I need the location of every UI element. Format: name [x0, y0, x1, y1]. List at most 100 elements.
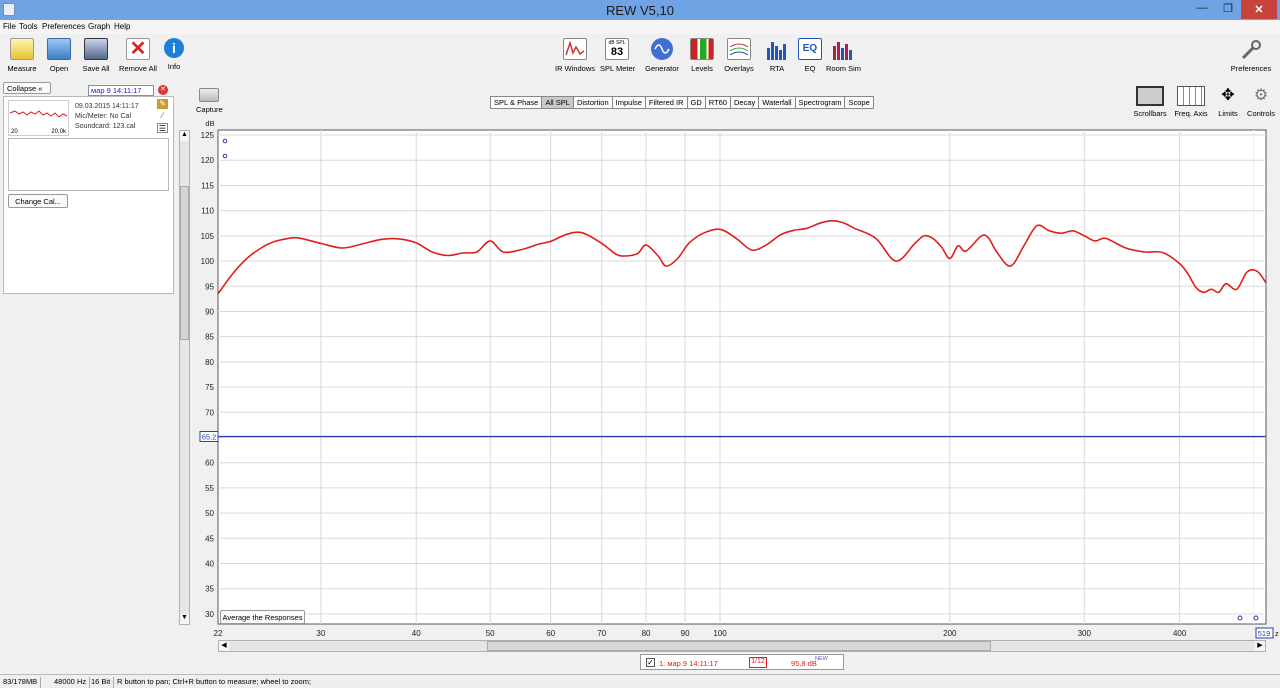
x-tick-label: 80	[642, 629, 651, 638]
capture-button[interactable]: Capture	[196, 88, 223, 114]
close-button[interactable]: ✕	[1241, 0, 1277, 19]
bit-depth-status: 16 Bit	[88, 677, 115, 688]
menu-tools[interactable]: Tools	[19, 22, 38, 31]
gear-icon: ⚙	[1253, 87, 1269, 104]
scroll-left-icon[interactable]: ◀	[219, 641, 229, 651]
eq-button[interactable]: EQ EQ	[797, 38, 823, 73]
tab-all-spl[interactable]: All SPL	[541, 96, 574, 109]
vertical-scroll-thumb[interactable]	[180, 186, 189, 340]
controls-button[interactable]: ⚙ Controls	[1246, 86, 1276, 118]
graph-tabs: SPL & Phase All SPL Distortion Impulse F…	[490, 96, 874, 109]
scroll-up-icon[interactable]: ▲	[180, 131, 189, 141]
y-axis-label: dB	[205, 119, 214, 128]
y-tick-label: 100	[201, 257, 215, 266]
scroll-down-icon[interactable]: ▼	[180, 614, 189, 624]
menu-bar: File Tools Preferences Graph Help	[0, 20, 1280, 34]
scrollbars-button[interactable]: Scrollbars	[1132, 86, 1168, 118]
horizontal-scroll-thumb[interactable]	[487, 641, 991, 651]
tab-spectrogram[interactable]: Spectrogram	[794, 96, 846, 109]
title-bar: REW V5,10 — ❐ ✕	[0, 0, 1280, 20]
overlays-icon	[727, 38, 751, 60]
minimize-button[interactable]: —	[1190, 2, 1214, 20]
camera-icon	[199, 88, 219, 102]
tab-waterfall[interactable]: Waterfall	[758, 96, 796, 109]
scrollbars-icon	[1136, 86, 1164, 106]
freq-axis-icon	[1177, 86, 1205, 106]
info-icon: i	[164, 38, 184, 58]
tab-distortion[interactable]: Distortion	[572, 96, 613, 109]
wrench-icon	[1239, 38, 1263, 60]
trace-visible-checkbox[interactable]: ✓	[646, 658, 655, 667]
open-button[interactable]: Open	[45, 38, 73, 73]
edit-icon[interactable]: ✎	[157, 99, 168, 109]
menu-help[interactable]: Help	[114, 22, 130, 31]
tab-impulse[interactable]: Impulse	[611, 96, 646, 109]
spl-graph[interactable]: 1251201151101051009590858075706560555045…	[193, 118, 1280, 642]
menu-preferences[interactable]: Preferences	[42, 22, 85, 31]
room-sim-button[interactable]: Room Sim	[826, 38, 861, 73]
tab-decay[interactable]: Decay	[729, 96, 760, 109]
properties-icon[interactable]: ☰	[157, 123, 168, 133]
rta-button[interactable]: RTA	[764, 38, 790, 73]
rta-icon	[765, 38, 789, 60]
measurement-date: 09.03.2015 14:11:17	[75, 103, 139, 110]
x-unit-label: z	[1275, 629, 1279, 638]
collapse-button[interactable]: Collapse «	[3, 82, 51, 94]
measurement-name-field[interactable]: мар 9 14:11:17	[88, 85, 154, 96]
info-button[interactable]: i Info	[162, 38, 186, 71]
tab-rt60[interactable]: RT60	[704, 96, 731, 109]
x-tick-label: 22	[214, 629, 223, 638]
y-tick-label: 70	[205, 408, 214, 417]
cursor-value-label: 65,2	[202, 432, 217, 441]
save-icon	[84, 38, 108, 60]
tab-gd[interactable]: GD	[686, 96, 706, 109]
average-responses-button[interactable]: Average the Responses	[220, 610, 305, 624]
x-cursor-label: 519	[1258, 629, 1271, 638]
window-title: REW V5,10	[606, 3, 674, 18]
thumbnail-curve	[9, 110, 68, 118]
tab-spl-phase[interactable]: SPL & Phase	[490, 96, 543, 109]
vertical-scrollbar[interactable]: ▲ ▼	[179, 130, 190, 625]
generator-button[interactable]: Generator	[644, 38, 680, 73]
measure-button[interactable]: Measure	[6, 38, 38, 73]
y-tick-label: 85	[205, 333, 214, 342]
preferences-button[interactable]: Preferences	[1228, 38, 1274, 73]
smoothing-selector[interactable]: 1/12	[749, 657, 767, 668]
menu-graph[interactable]: Graph	[88, 22, 110, 31]
y-tick-label: 105	[201, 232, 215, 241]
tab-scope[interactable]: Scope	[844, 96, 874, 109]
spl-meter-value: 83	[610, 46, 624, 58]
freq-axis-button[interactable]: Freq. Axis	[1173, 86, 1209, 118]
remove-all-button[interactable]: ✕ Remove All	[118, 38, 158, 73]
status-bar: 83/178MB 48000 Hz 16 Bit R button to pan…	[0, 674, 1280, 688]
change-cal-button[interactable]: Change Cal...	[8, 194, 68, 208]
remove-measurement-icon[interactable]: ✕	[158, 85, 168, 95]
spl-meter-button[interactable]: dB SPL 83 SPL Meter	[600, 38, 635, 73]
limits-button[interactable]: ✥ Limits	[1213, 86, 1243, 118]
x-tick-label: 70	[597, 629, 606, 638]
color-line-icon[interactable]: ∕	[157, 111, 168, 121]
overlays-button[interactable]: Overlays	[722, 38, 756, 73]
measurement-thumbnail[interactable]: 20 20,0k	[8, 100, 69, 136]
x-tick-label: 60	[546, 629, 555, 638]
levels-button[interactable]: Levels	[688, 38, 716, 73]
room-sim-icon	[831, 38, 855, 60]
y-tick-label: 30	[205, 610, 214, 619]
chevron-left-icon: «	[38, 84, 43, 93]
save-all-button[interactable]: Save All	[80, 38, 112, 73]
scroll-right-icon[interactable]: ▶	[1255, 641, 1265, 651]
y-tick-label: 45	[205, 534, 214, 543]
x-tick-label: 400	[1173, 629, 1187, 638]
y-tick-label: 120	[201, 156, 215, 165]
y-tick-label: 95	[205, 282, 214, 291]
maximize-button[interactable]: ❐	[1216, 2, 1240, 20]
notes-field[interactable]	[8, 138, 169, 191]
horizontal-scrollbar[interactable]: ◀ ▶	[218, 640, 1266, 652]
y-tick-label: 115	[201, 181, 214, 190]
ir-windows-button[interactable]: IR Windows	[555, 38, 595, 73]
cursor-value: 95,8 dB	[791, 659, 817, 668]
menu-file[interactable]: File	[3, 22, 16, 31]
generator-icon	[651, 38, 673, 60]
y-tick-label: 50	[205, 509, 214, 518]
tab-filtered-ir[interactable]: Filtered IR	[644, 96, 688, 109]
